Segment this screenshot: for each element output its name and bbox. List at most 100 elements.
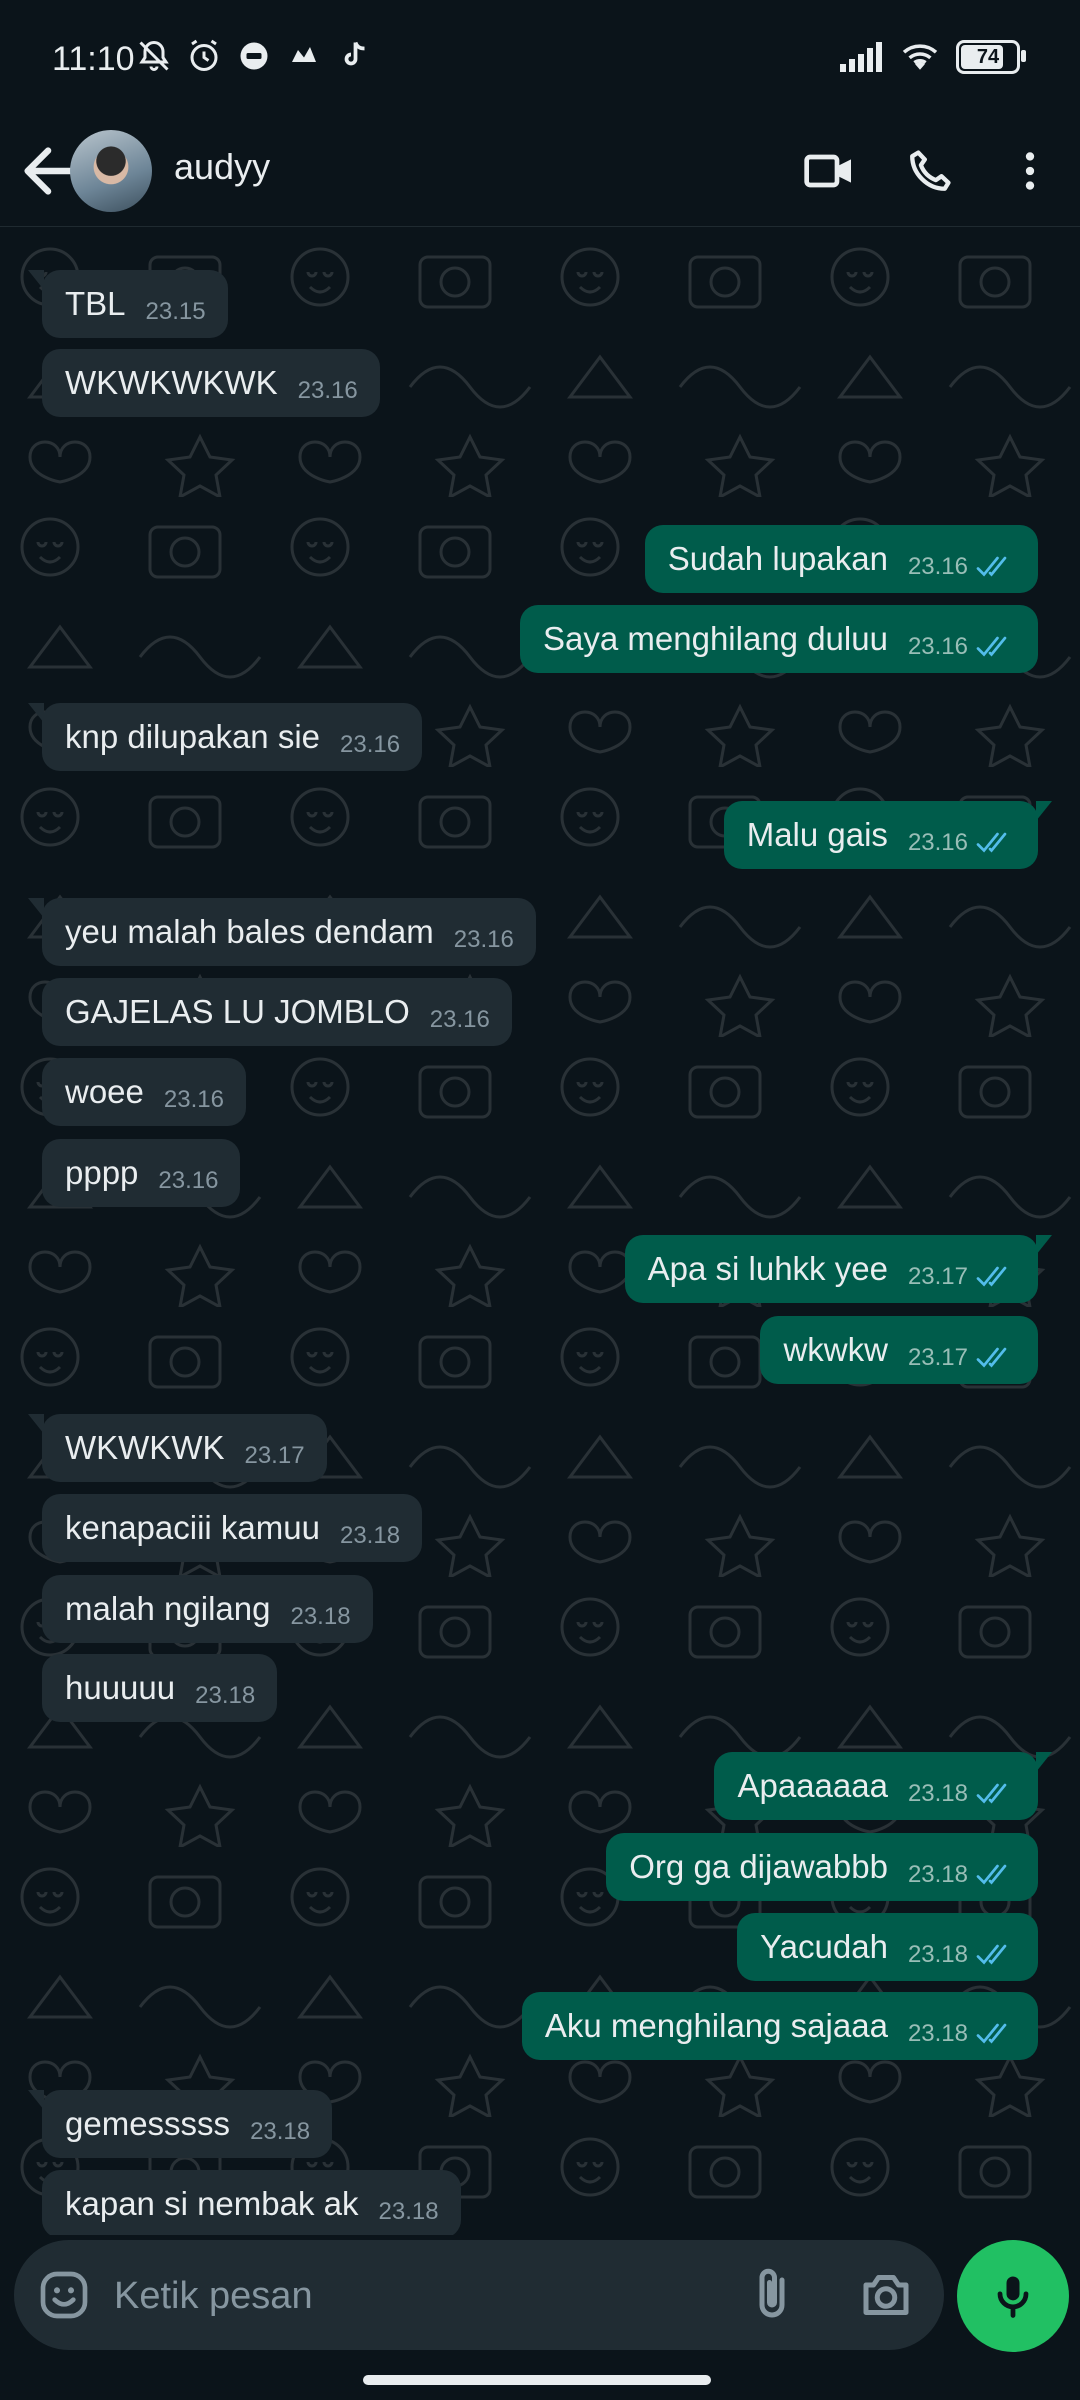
emoji-icon bbox=[40, 2271, 88, 2319]
message-time: 23.16 bbox=[907, 553, 968, 581]
message-time: 23.18 bbox=[290, 1602, 351, 1630]
message-text: woee bbox=[65, 1072, 144, 1110]
message-bubble-in[interactable]: yeu malah bales dendam 23.16 bbox=[28, 898, 536, 967]
more-vert-icon bbox=[1025, 152, 1035, 190]
message-time: 23.18 bbox=[907, 1780, 968, 1807]
status-notification-icons bbox=[136, 38, 372, 74]
read-receipt-icon bbox=[976, 2023, 1007, 2044]
emoji-button[interactable] bbox=[36, 2267, 92, 2323]
message-text: knp dilupakan sie bbox=[65, 717, 321, 755]
message-text: gemesssss bbox=[65, 2105, 231, 2143]
message-bubble-in[interactable]: WKWKWKWK 23.16 bbox=[42, 349, 380, 418]
message-bubble-in[interactable]: kapan si nembak ak 23.18 bbox=[42, 2169, 461, 2235]
message-time: 23.18 bbox=[378, 2197, 439, 2225]
message-bubble-out[interactable]: Apa si luhkk yee 23.17 bbox=[624, 1235, 1053, 1303]
read-receipt-icon bbox=[976, 1347, 1007, 1368]
home-indicator[interactable] bbox=[363, 2375, 711, 2385]
message-text: wkwkw bbox=[783, 1331, 888, 1369]
message-text: yeu malah bales dendam bbox=[65, 913, 434, 951]
chat-header: audyy bbox=[0, 116, 1080, 227]
message-text: Apa si luhkk yee bbox=[647, 1250, 888, 1287]
composer-pill bbox=[14, 2240, 944, 2352]
battery-indicator: 74 bbox=[956, 40, 1026, 74]
voice-message-button[interactable] bbox=[957, 2240, 1069, 2352]
message-bubble-in[interactable]: woee 23.16 bbox=[42, 1057, 246, 1126]
message-bubble-in[interactable]: kenapaciii kamuu 23.18 bbox=[42, 1493, 423, 1562]
message-bubble-in[interactable]: TBL 23.15 bbox=[28, 269, 228, 338]
message-bubble-in[interactable]: huuuuu 23.18 bbox=[42, 1654, 278, 1723]
attach-icon bbox=[759, 2268, 785, 2318]
read-receipt-icon bbox=[976, 1266, 1007, 1287]
read-receipt-icon bbox=[976, 1864, 1007, 1885]
message-time: 23.17 bbox=[244, 1441, 305, 1469]
message-list: TBL 23.15 WKWKWKWK 23.16 Sudah lupakan 23.16 S… bbox=[0, 227, 1080, 2235]
message-time: 23.16 bbox=[297, 377, 358, 405]
message-time: 23.16 bbox=[340, 730, 401, 758]
attach-button[interactable] bbox=[742, 2265, 802, 2325]
message-bubble-out[interactable]: Malu gais 23.16 bbox=[723, 800, 1053, 869]
message-text: Apaaaaaa bbox=[737, 1767, 888, 1804]
message-text: huuuuu bbox=[65, 1669, 176, 1707]
contact-name[interactable]: audyy bbox=[174, 146, 270, 188]
message-bubble-out[interactable]: Yacudah 23.18 bbox=[737, 1912, 1038, 1981]
message-text: Yacudah bbox=[760, 1927, 888, 1965]
voice-call-button[interactable] bbox=[880, 121, 980, 221]
read-receipt-icon bbox=[976, 1944, 1007, 1965]
message-bubble-in[interactable]: pppp 23.16 bbox=[42, 1138, 241, 1207]
message-bubble-out[interactable]: Sudah lupakan 23.16 bbox=[644, 525, 1038, 594]
status-time: 11:10 bbox=[52, 40, 135, 78]
bank-app-icon bbox=[292, 47, 316, 62]
bell-off-icon bbox=[139, 40, 169, 71]
message-bubble-out[interactable]: Org ga dijawabbb 23.18 bbox=[606, 1833, 1038, 1902]
message-bubble-in[interactable]: gemesssss 23.18 bbox=[27, 2090, 333, 2159]
message-bubble-in[interactable]: knp dilupakan sie 23.16 bbox=[27, 702, 423, 771]
message-bubble-in[interactable]: GAJELAS LU JOMBLO 23.16 bbox=[42, 978, 512, 1047]
message-text: kenapaciii kamuu bbox=[65, 1508, 320, 1546]
message-time: 23.16 bbox=[158, 1166, 219, 1194]
video-call-button[interactable] bbox=[780, 121, 880, 221]
message-text: Aku menghilang sajaaa bbox=[544, 2007, 888, 2045]
message-time: 23.16 bbox=[907, 632, 968, 660]
message-bubble-out[interactable]: Apaaaaaa 23.18 bbox=[714, 1752, 1052, 1820]
message-time: 23.17 bbox=[907, 1344, 968, 1372]
message-time: 23.15 bbox=[145, 297, 206, 325]
message-bubble-out[interactable]: Saya menghilang duluu 23.16 bbox=[520, 604, 1038, 673]
message-text: pppp bbox=[65, 1153, 139, 1191]
message-text: kapan si nembak ak bbox=[65, 2184, 359, 2222]
read-receipt-icon bbox=[976, 1783, 1007, 1804]
chat-area[interactable]: TBL 23.15 WKWKWKWK 23.16 Sudah lupakan 23.16 S… bbox=[0, 227, 1080, 2235]
message-bubble-in[interactable]: WKWKWK 23.17 bbox=[28, 1413, 327, 1482]
camera-icon bbox=[863, 2275, 909, 2315]
alarm-icon bbox=[190, 39, 218, 71]
message-bubble-out[interactable]: Aku menghilang sajaaa 23.18 bbox=[521, 1992, 1038, 2061]
read-receipt-icon bbox=[976, 556, 1007, 577]
signal-icon bbox=[840, 42, 882, 72]
contact-avatar[interactable] bbox=[70, 130, 152, 212]
status-bar: 11:10 74 bbox=[0, 0, 1080, 116]
message-text: Sudah lupakan bbox=[667, 540, 888, 578]
message-time: 23.18 bbox=[195, 1682, 256, 1710]
message-text: Malu gais bbox=[746, 815, 888, 853]
message-time: 23.18 bbox=[907, 1861, 968, 1889]
message-text: malah ngilang bbox=[65, 1589, 271, 1627]
wifi-icon bbox=[902, 44, 938, 70]
phone-icon bbox=[910, 150, 951, 191]
mic-icon bbox=[997, 2276, 1029, 2318]
message-time: 23.18 bbox=[339, 1521, 401, 1549]
message-text: GAJELAS LU JOMBLO bbox=[65, 993, 410, 1031]
message-bubble-in[interactable]: malah ngilang 23.18 bbox=[42, 1574, 373, 1643]
message-time: 23.17 bbox=[907, 1263, 968, 1290]
video-call-icon bbox=[804, 154, 851, 188]
message-input[interactable] bbox=[112, 2240, 716, 2352]
camera-button[interactable] bbox=[856, 2265, 916, 2325]
read-receipt-icon bbox=[976, 832, 1007, 853]
read-receipt-icon bbox=[976, 636, 1007, 657]
message-time: 23.16 bbox=[453, 926, 514, 954]
battery-level: 74 bbox=[976, 45, 1000, 68]
more-options-button[interactable] bbox=[980, 121, 1080, 221]
message-time: 23.18 bbox=[250, 2118, 311, 2146]
message-text: TBL bbox=[65, 284, 126, 322]
message-bubble-out[interactable]: wkwkw 23.17 bbox=[760, 1316, 1038, 1385]
message-time: 23.16 bbox=[907, 828, 968, 856]
message-time: 23.16 bbox=[429, 1006, 490, 1034]
